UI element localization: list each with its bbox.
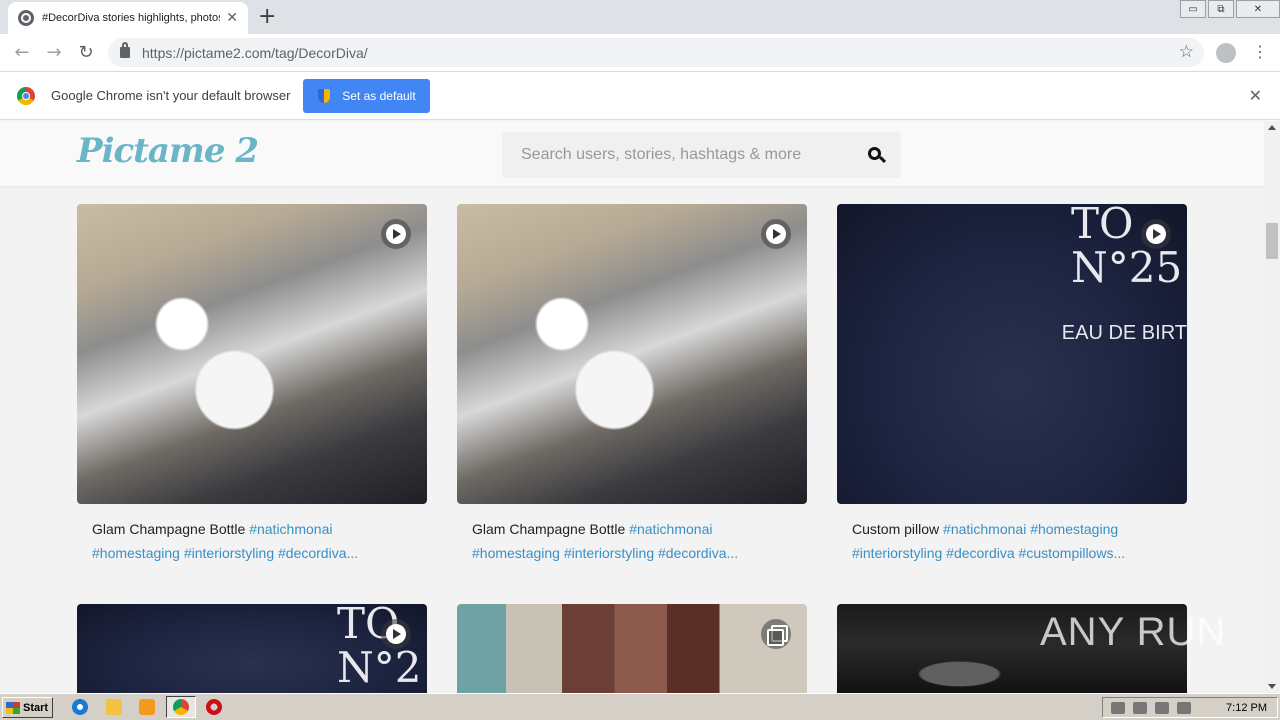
play-icon — [386, 624, 406, 644]
post-title: Custom pillow — [852, 521, 940, 537]
windows-taskbar: Start 7:12 PM — [0, 693, 1280, 720]
volume-icon[interactable] — [1155, 701, 1169, 714]
chrome-taskbar-icon[interactable] — [166, 696, 196, 718]
post-tags[interactable]: #interiorstyling #decordiva #custompillo… — [852, 545, 1125, 561]
opera-icon[interactable] — [206, 699, 222, 715]
post-tags[interactable]: #homestaging #interiorstyling #decordiva… — [472, 545, 738, 561]
back-arrow-icon[interactable]: ← — [6, 42, 38, 63]
window-controls: ▭ ⧉ ✕ — [1178, 0, 1280, 18]
browser-tab[interactable]: #DecorDiva stories highlights, photos ✕ — [8, 2, 248, 34]
post-card[interactable]: Glam Champagne Bottle #natichmonai #home… — [457, 204, 807, 565]
page-viewport: Pictame 2 Glam Champagne Bottle #natichm… — [0, 121, 1264, 693]
start-label: Start — [23, 701, 49, 714]
post-tags[interactable]: #natichmonai — [629, 521, 712, 537]
video-badge — [381, 619, 411, 649]
action-center-flag-icon[interactable] — [1177, 701, 1191, 714]
windows-flag-icon — [6, 701, 20, 714]
page-scrollbar[interactable] — [1264, 121, 1280, 693]
video-badge — [761, 219, 791, 249]
play-icon — [1146, 224, 1166, 244]
url-host: https://pictame2.com — [142, 44, 272, 61]
shield-icon — [318, 88, 331, 103]
play-icon — [386, 224, 406, 244]
site-favicon-icon — [18, 10, 34, 26]
search-icon[interactable] — [868, 147, 881, 160]
folder-icon[interactable] — [106, 699, 122, 715]
post-caption: Glam Champagne Bottle #natichmonai #home… — [457, 517, 792, 565]
post-caption: Custom pillow #natichmonai #homestaging … — [837, 517, 1172, 565]
pillow-print-text: TO N°25 — [1071, 204, 1183, 292]
set-as-default-button[interactable]: Set as default — [303, 78, 431, 113]
post-card[interactable]: TO N°2 — [77, 604, 427, 693]
chrome-logo-icon — [17, 86, 35, 105]
tab-title: #DecorDiva stories highlights, photos — [42, 12, 220, 24]
url-text: https://pictame2.com/tag/DecorDiva/ — [142, 45, 368, 61]
post-caption: Glam Champagne Bottle #natichmonai #home… — [77, 517, 412, 565]
set-as-default-label: Set as default — [342, 88, 416, 103]
network-icon[interactable] — [1133, 701, 1147, 714]
forward-arrow-icon[interactable]: → — [38, 42, 70, 63]
scroll-down-arrow-icon[interactable] — [1268, 684, 1276, 689]
post-image[interactable]: TO N°25 EAU DE BIRT — [837, 204, 1187, 504]
multiple-images-icon — [767, 625, 788, 646]
bookmark-star-icon[interactable]: ☆ — [1179, 42, 1194, 62]
site-header: Pictame 2 — [0, 121, 1264, 186]
url-path: /tag/DecorDiva/ — [271, 44, 368, 61]
infobar-message: Google Chrome isn't your default browser — [51, 88, 291, 103]
reload-icon[interactable]: ↻ — [70, 42, 102, 63]
address-bar[interactable]: https://pictame2.com/tag/DecorDiva/ ☆ — [108, 38, 1204, 67]
infobar-close-icon[interactable]: ✕ — [1249, 86, 1262, 105]
tab-strip: #DecorDiva stories highlights, photos ✕ … — [0, 0, 1280, 34]
video-badge — [1141, 219, 1171, 249]
pillow-print-text: EAU DE BIRT — [1061, 322, 1187, 344]
pillow-print-text: TO N°2 — [337, 604, 422, 692]
post-image[interactable] — [77, 204, 427, 504]
post-card[interactable]: Glam Champagne Bottle #natichmonai #home… — [77, 204, 427, 565]
post-card[interactable] — [457, 604, 807, 693]
post-tags[interactable]: #natichmonai #homestaging — [943, 521, 1118, 537]
restore-button[interactable]: ⧉ — [1208, 0, 1234, 18]
post-image[interactable]: TO N°2 — [77, 604, 427, 693]
post-tags[interactable]: #natichmonai — [249, 521, 332, 537]
tray-arrow-icon[interactable] — [1111, 701, 1125, 714]
play-icon — [766, 224, 786, 244]
video-badge — [381, 219, 411, 249]
system-clock[interactable]: 7:12 PM — [1226, 702, 1267, 714]
media-player-icon[interactable] — [139, 699, 155, 715]
scroll-up-arrow-icon[interactable] — [1268, 125, 1276, 130]
minimize-button[interactable]: ▭ — [1180, 0, 1206, 18]
tab-close-icon[interactable]: ✕ — [226, 10, 238, 26]
post-title: Glam Champagne Bottle — [472, 521, 626, 537]
menu-dots-icon[interactable]: ⋮ — [1252, 42, 1268, 62]
carousel-badge — [761, 619, 791, 649]
default-browser-infobar: Google Chrome isn't your default browser… — [0, 72, 1280, 120]
post-tags[interactable]: #homestaging #interiorstyling #decordiva… — [92, 545, 358, 561]
search-box — [502, 132, 901, 178]
post-card[interactable]: TO N°25 EAU DE BIRT Custom pillow #natic… — [837, 204, 1187, 565]
start-button[interactable]: Start — [2, 697, 53, 718]
window-close-button[interactable]: ✕ — [1236, 0, 1280, 18]
internet-explorer-icon[interactable] — [72, 699, 88, 715]
post-image[interactable] — [457, 604, 807, 693]
browser-toolbar: ← → ↻ https://pictame2.com/tag/DecorDiva… — [0, 34, 1280, 72]
lock-icon — [120, 42, 130, 58]
search-input[interactable] — [502, 135, 842, 175]
scrollbar-thumb[interactable] — [1266, 223, 1278, 259]
new-tab-button[interactable]: + — [258, 6, 276, 28]
post-image[interactable] — [457, 204, 807, 504]
system-tray: 7:12 PM — [1102, 697, 1278, 718]
pictame-logo[interactable]: Pictame 2 — [77, 131, 259, 171]
anyrun-watermark: ANY RUN — [1040, 610, 1227, 654]
profile-avatar-icon[interactable] — [1216, 43, 1236, 63]
post-title: Glam Champagne Bottle — [92, 521, 246, 537]
